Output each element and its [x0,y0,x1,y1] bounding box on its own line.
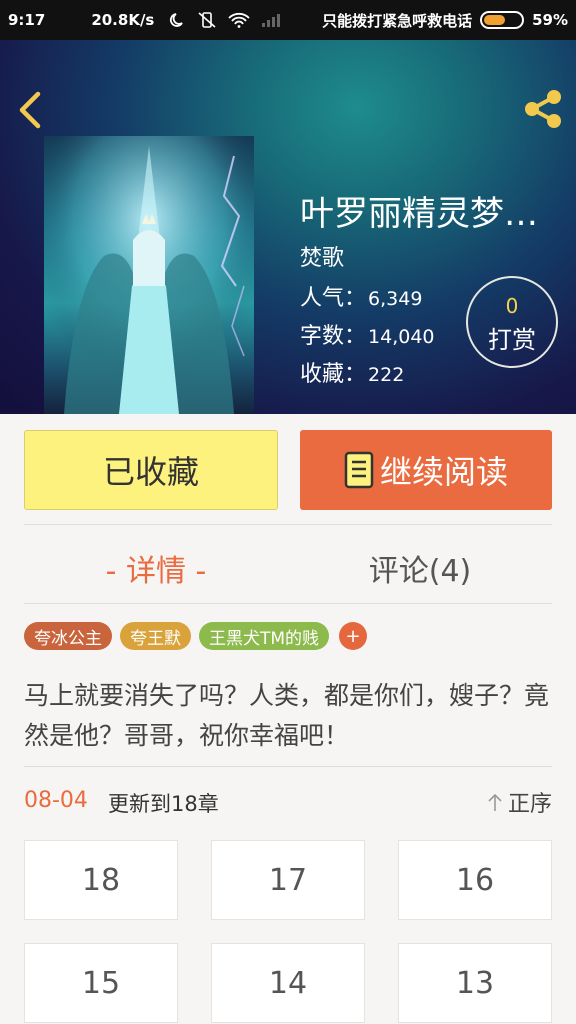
arrow-up-icon [488,793,502,811]
carrier-text: 只能拨打紧急呼救电话 [322,11,473,30]
divider [24,524,552,525]
book-title: 叶罗丽精灵梦… [300,194,538,234]
tip-label: 打赏 [488,326,536,354]
chapter-cell[interactable]: 17 [211,840,365,920]
tab-details-label: - 详情 - [105,554,207,589]
continue-reading-label: 继续阅读 [379,453,508,491]
tag-list: 夸冰公主 夸王默 王黑犬TM的贱 + [24,622,368,650]
word-count-stat: 字数： 14,040 [300,318,435,350]
network-speed: 20.8K/s [91,11,155,29]
battery-icon [480,11,525,29]
divider [24,766,552,767]
battery-percent: 59% [532,11,568,29]
popularity-stat: 人气： 6,349 [300,280,422,312]
chapter-cell[interactable]: 18 [24,840,178,920]
book-author[interactable]: 焚歌 [300,240,344,272]
chapter-cell[interactable]: 14 [211,943,365,1023]
stat-label: 收藏： [300,362,367,387]
book-synopsis: 马上就要消失了吗？人类，都是你们，嫂子？竟然是他？哥哥，祝你幸福吧！ [24,681,550,750]
signal-icon [262,14,281,27]
favorited-button-label: 已收藏 [102,453,199,491]
divider [24,603,552,604]
tag-chip[interactable]: 夸王默 [120,622,191,650]
tip-button[interactable]: 0 打赏 [466,276,558,368]
stat-value: 14,040 [368,326,435,348]
add-tag-button[interactable]: + [339,622,368,650]
chapter-cell[interactable]: 13 [398,943,552,1023]
chapter-number: 16 [455,862,495,898]
tip-count: 0 [505,294,519,318]
chapter-number: 13 [455,965,495,1001]
stat-value: 6,349 [368,288,423,310]
sort-order-button[interactable]: 正序 [486,786,552,818]
book-cover-image[interactable] [44,136,254,414]
continue-reading-button[interactable]: 继续阅读 [300,430,552,510]
wifi-icon [228,12,251,28]
stat-label: 人气： [300,286,367,311]
update-date: 08-04 [24,788,88,813]
chapter-cell[interactable]: 16 [398,840,552,920]
stat-value: 222 [368,364,405,386]
sort-order-label: 正序 [507,792,552,817]
cover-illustration [44,136,254,414]
tab-comments[interactable]: 评论(4) [288,540,552,596]
book-header: 叶罗丽精灵梦… 焚歌 人气： 6,349 字数： 14,040 收藏： 222 0 打… [0,40,576,414]
status-bar: 9:17 20.8K/s 只能拨打紧急呼救电话 59% [0,0,576,40]
stat-label: 字数： [300,324,367,349]
share-icon[interactable] [520,86,566,132]
update-status: 更新到18章 [108,792,219,816]
favorited-button[interactable]: 已收藏 [24,430,278,510]
vibrate-off-icon [198,12,216,28]
chapter-number: 17 [268,862,308,898]
chapter-cell[interactable]: 15 [24,943,178,1023]
chapter-number: 18 [81,862,121,898]
moon-icon [170,13,184,27]
tag-chip[interactable]: 夸冰公主 [24,622,112,650]
chevron-left-icon[interactable] [12,88,52,132]
tag-chip[interactable]: 王黑犬TM的贱 [199,622,330,650]
book-icon [344,451,374,489]
chapter-number: 15 [81,965,121,1001]
favorites-stat: 收藏： 222 [300,356,404,388]
tab-details[interactable]: - 详情 - [24,540,288,596]
status-time: 9:17 [8,11,46,29]
chapter-number: 14 [268,965,308,1001]
tab-comments-label: 评论(4) [368,554,472,589]
